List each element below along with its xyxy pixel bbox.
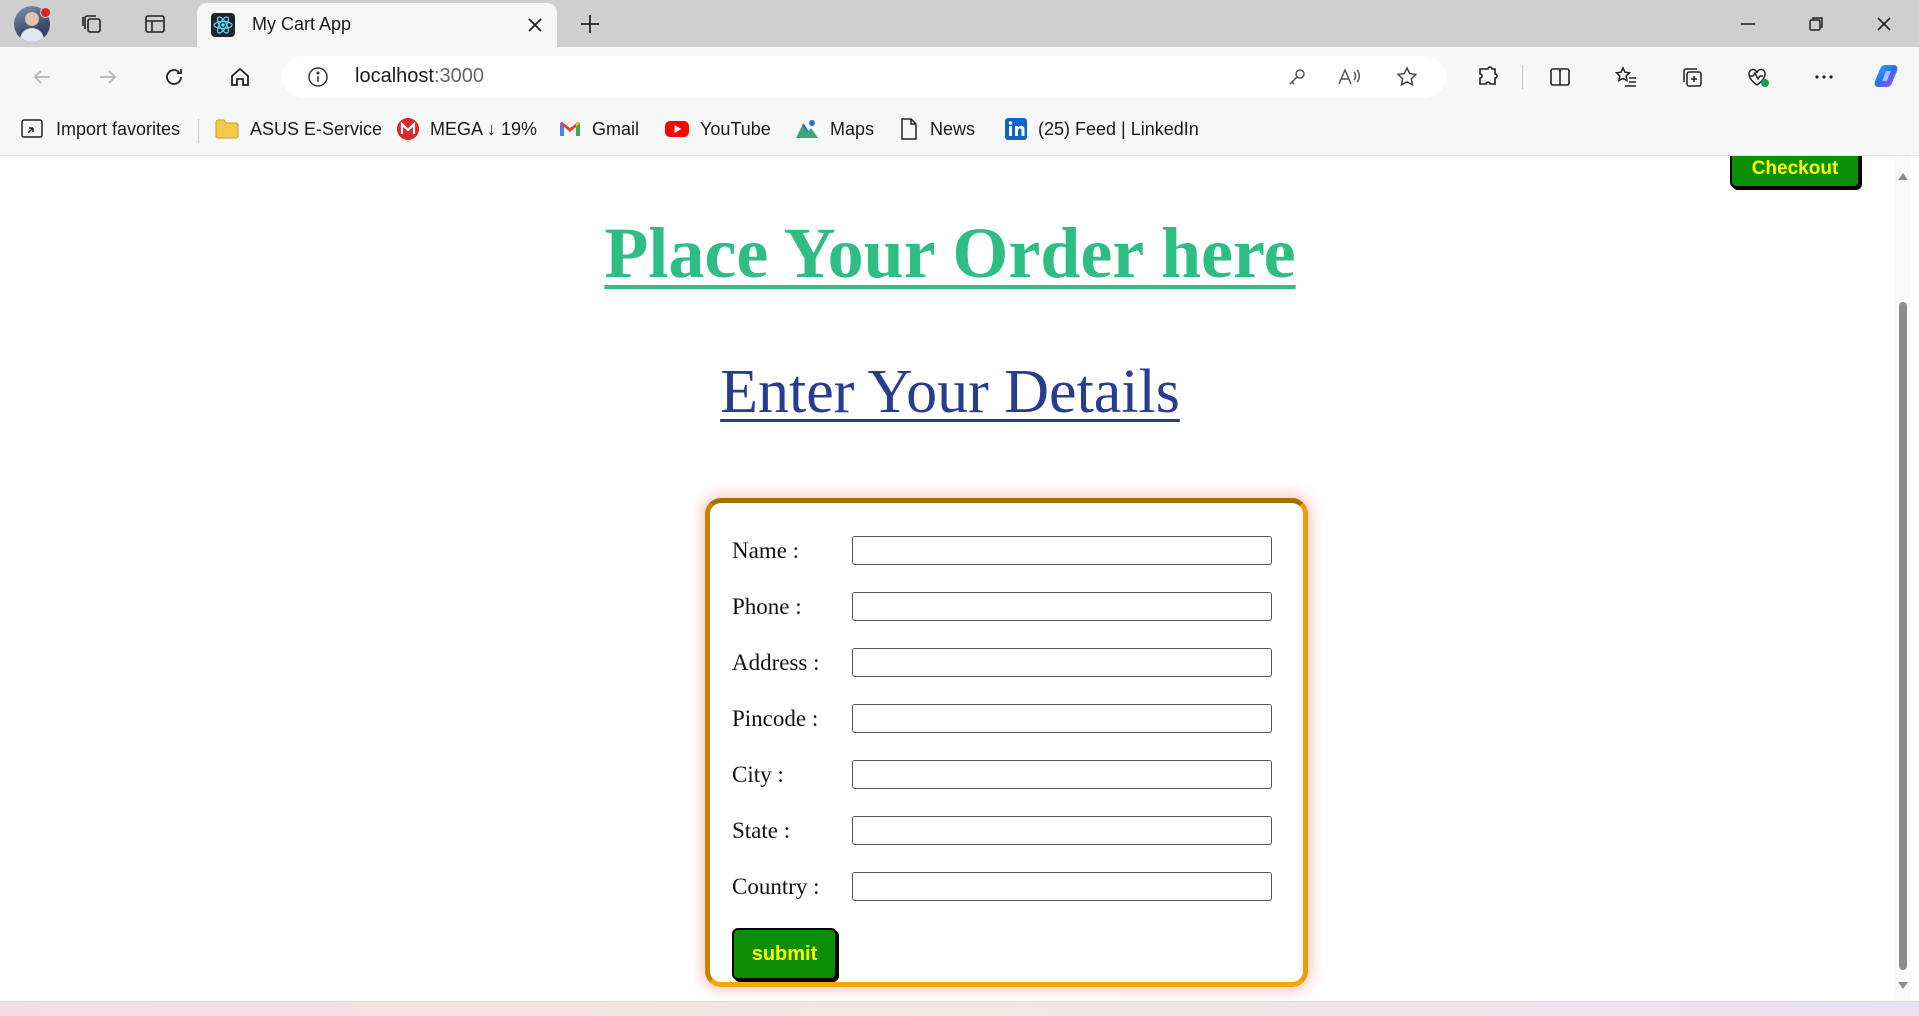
site-info-icon[interactable] [306,65,330,89]
linkedin-icon [1005,118,1027,140]
scroll-thumb[interactable] [1899,302,1907,970]
submit-button[interactable]: submit [732,928,837,980]
new-tab-icon[interactable] [576,11,604,37]
bookmark-separator [198,119,199,143]
close-window-icon[interactable] [1870,11,1898,37]
split-screen-icon[interactable] [1546,63,1574,91]
more-options-icon[interactable] [1810,63,1838,91]
workspaces-icon[interactable] [77,11,107,37]
favorites-list-icon[interactable] [1612,63,1640,91]
taskbar-edge [0,1001,1919,1016]
extensions-icon[interactable] [1474,63,1502,91]
tab-title: My Cart App [252,14,352,34]
pincode-input[interactable] [852,704,1272,733]
bookmark-youtube[interactable]: YouTube [664,115,771,143]
back-arrow-icon[interactable] [28,63,56,91]
collections-icon[interactable] [1678,63,1706,91]
bookmark-news[interactable]: News [898,115,975,143]
order-form: Name : Phone : Address : Pincode : City … [705,498,1308,987]
vertical-tabs-icon[interactable] [140,11,170,37]
page-viewport: Checkout Place Your Order here Enter You… [6,156,1894,1001]
country-input[interactable] [852,872,1272,901]
checkout-button[interactable]: Checkout [1730,156,1860,188]
folder-icon [215,119,239,139]
bookmark-linkedin[interactable]: (25) Feed | LinkedIn [1004,115,1199,143]
address-bar[interactable]: localhost:3000 [282,56,1446,98]
scroll-up-arrow-icon[interactable] [1897,168,1909,186]
maps-icon [796,120,818,138]
city-label: City : [732,762,784,787]
form-subtitle: Enter Your Details [720,358,1180,426]
city-input[interactable] [852,760,1272,789]
refresh-icon[interactable] [160,63,188,91]
country-label: Country : [732,874,820,899]
phone-input[interactable] [852,592,1272,621]
youtube-icon [665,121,689,137]
bookmark-maps[interactable]: Maps [794,115,874,143]
read-aloud-icon[interactable] [1336,65,1364,89]
page-title: Place Your Order here [604,213,1296,293]
bookmark-asus-eservice[interactable]: ASUS E-Service [214,115,382,143]
close-tab-icon[interactable] [523,13,547,37]
import-icon [21,119,43,138]
forward-arrow-icon[interactable] [94,63,122,91]
pincode-label: Pincode : [732,706,819,731]
vertical-scrollbar[interactable] [1894,156,1911,1001]
browser-essentials-icon[interactable] [1744,63,1772,91]
copilot-icon[interactable] [1870,61,1902,93]
toolbar-divider [1522,65,1523,89]
news-icon [901,118,917,140]
favorite-star-icon[interactable] [1394,64,1420,90]
name-input[interactable] [852,536,1272,565]
browser-toolbar: localhost:3000 [0,47,1919,105]
bookmark-mega[interactable]: MEGA ↓ 19% [396,115,537,143]
name-label: Name : [732,538,800,563]
active-tab[interactable]: My Cart App [197,3,557,47]
tab-strip: My Cart App [0,0,1919,47]
url-text[interactable]: localhost:3000 [355,65,484,88]
mega-icon [397,118,419,140]
address-input[interactable] [852,648,1272,677]
notification-dot [40,7,51,18]
address-label: Address : [732,650,820,675]
gmail-icon [560,122,580,136]
scroll-down-arrow-icon[interactable] [1897,978,1909,996]
minimize-icon[interactable] [1734,11,1762,37]
state-input[interactable] [852,816,1272,845]
react-icon [211,13,235,37]
bookmarks-bar: Import favorites ASUS E-Service MEGA ↓ 1… [0,105,1919,156]
home-icon[interactable] [226,63,254,91]
phone-label: Phone : [732,594,802,619]
key-icon[interactable] [1284,65,1310,89]
state-label: State : [732,818,791,843]
bookmark-gmail[interactable]: Gmail [558,115,639,143]
restore-icon[interactable] [1802,11,1830,37]
bookmark-import-favorites[interactable]: Import favorites [20,115,180,143]
